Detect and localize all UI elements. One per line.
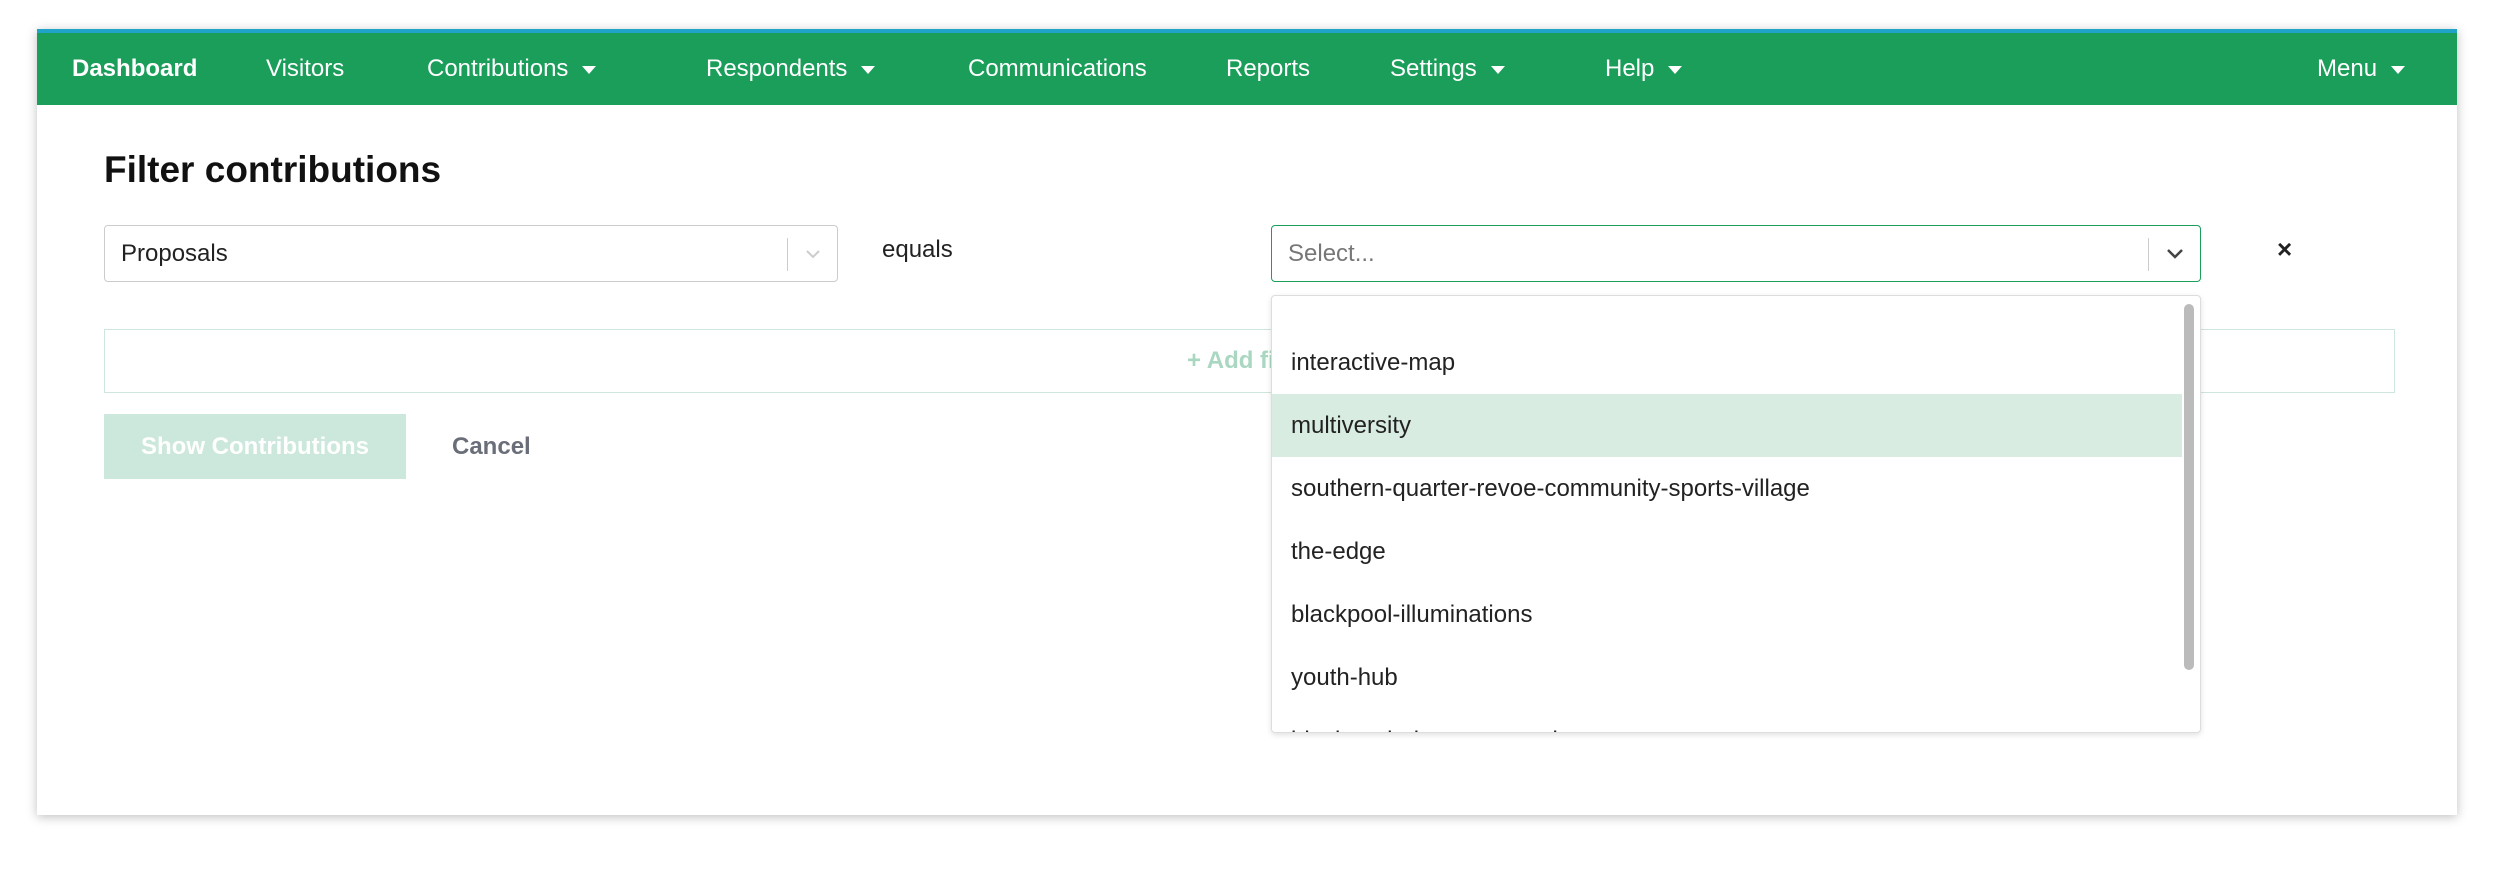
field-select[interactable]: Proposals [104, 225, 838, 282]
filter-panel: Dashboard Visitors Contributions Respond… [37, 29, 2457, 815]
remove-filter-icon[interactable]: × [2277, 234, 2292, 265]
nav-label: Settings [1390, 55, 1477, 82]
nav-label: Help [1605, 55, 1655, 82]
show-contributions-button[interactable]: Show Contributions [104, 414, 406, 479]
chevron-down-icon[interactable] [2150, 226, 2200, 281]
dropdown-scrollbar[interactable] [2184, 304, 2194, 670]
nav-communications[interactable]: Communications [968, 33, 1147, 105]
field-select-value: Proposals [121, 240, 228, 267]
nav-contributions[interactable]: Contributions [427, 33, 597, 105]
dropdown-option[interactable]: blackpool-illuminations [1272, 583, 2182, 646]
dropdown-option[interactable]: southern-quarter-revoe-community-sports-… [1272, 457, 2182, 520]
chevron-down-icon[interactable] [788, 226, 838, 281]
nav-label: Menu [2317, 55, 2378, 82]
cancel-button[interactable]: Cancel [452, 414, 531, 479]
nav-label: Reports [1226, 55, 1311, 82]
nav-label: Communications [968, 55, 1147, 82]
value-select-placeholder: Select... [1288, 240, 1375, 267]
caret-down-icon [861, 65, 876, 74]
operator-label: equals [882, 236, 953, 263]
dropdown-option[interactable]: interactive-map [1272, 331, 2182, 394]
value-select[interactable]: Select... [1271, 225, 2201, 282]
nav-menu[interactable]: Menu [2317, 33, 2406, 105]
nav-label: Respondents [706, 55, 848, 82]
dropdown-option[interactable]: youth-hub [1272, 646, 2182, 709]
caret-down-icon [582, 65, 597, 74]
nav-label: Dashboard [72, 55, 198, 82]
nav-settings[interactable]: Settings [1390, 33, 1505, 105]
nav-visitors[interactable]: Visitors [266, 33, 344, 105]
nav-dashboard[interactable]: Dashboard [72, 33, 197, 105]
select-separator [2148, 238, 2149, 271]
nav-reports[interactable]: Reports [1226, 33, 1310, 105]
nav-respondents[interactable]: Respondents [706, 33, 876, 105]
caret-down-icon [1490, 65, 1505, 74]
dropdown-option[interactable]: the-edge [1272, 520, 2182, 583]
nav-help[interactable]: Help [1605, 33, 1683, 105]
nav-label: Visitors [266, 55, 345, 82]
page-title: Filter contributions [104, 149, 442, 190]
dropdown-option[interactable]: blackpool-airport-enterprise-zone [1272, 709, 2182, 732]
top-nav: Dashboard Visitors Contributions Respond… [37, 29, 2457, 105]
caret-down-icon [2391, 65, 2406, 74]
dropdown-option-highlighted[interactable]: multiversity [1272, 394, 2182, 457]
caret-down-icon [1668, 65, 1683, 74]
value-dropdown-menu: interactive-map multiversity southern-qu… [1271, 295, 2201, 733]
nav-label: Contributions [427, 55, 569, 82]
